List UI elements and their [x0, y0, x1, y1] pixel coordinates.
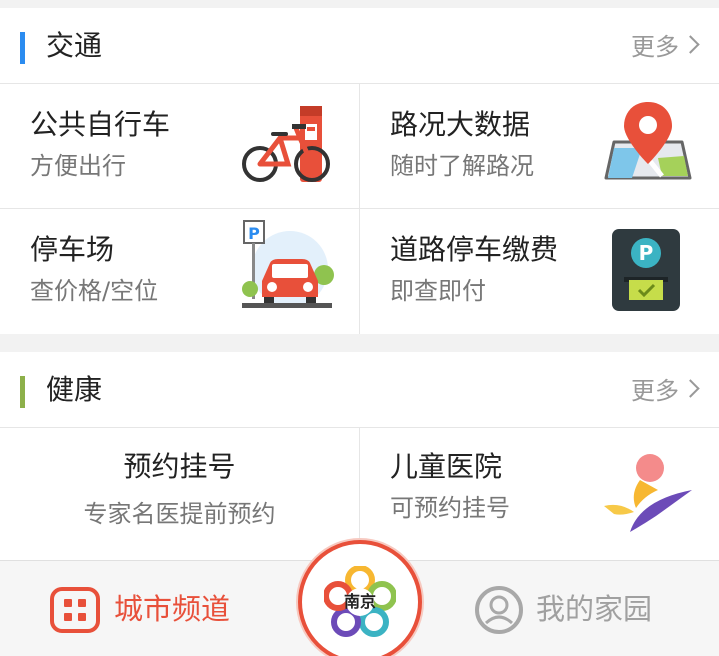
service-appointment[interactable]: 预约挂号 专家名医提前预约 [0, 428, 359, 558]
bicycle-icon [240, 104, 335, 186]
svg-text:P: P [639, 241, 654, 265]
service-subtitle: 即查即付 [390, 277, 486, 305]
health-grid: 预约挂号 专家名医提前预约 儿童医院 可预约挂号 [0, 428, 719, 558]
section-title: 交通 [46, 29, 103, 62]
service-public-bicycle[interactable]: 公共自行车 方便出行 [0, 84, 359, 208]
section-title: 健康 [46, 373, 103, 406]
user-face-icon [474, 585, 524, 635]
section-accent-bar [20, 376, 25, 408]
service-title: 公共自行车 [30, 108, 171, 141]
health-section: 健康 更多 预约挂号 专家名医提前预约 儿童医院 可预约挂号 [0, 352, 719, 560]
tab-my-home[interactable]: 我的家园 [430, 561, 719, 656]
service-title: 路况大数据 [390, 108, 531, 141]
more-link[interactable]: 更多 [631, 30, 679, 64]
center-home-button[interactable]: 南京 [298, 540, 422, 656]
service-title: 停车场 [30, 233, 115, 266]
more-link[interactable]: 更多 [631, 374, 679, 408]
parking-meter-icon: P [610, 227, 682, 313]
chevron-right-icon[interactable] [681, 379, 700, 398]
svg-text:P: P [248, 224, 260, 243]
chevron-right-icon[interactable] [681, 35, 700, 54]
service-parking-lot[interactable]: 停车场 查价格/空位 P [0, 209, 359, 333]
service-subtitle: 查价格/空位 [30, 277, 159, 305]
tab-label: 我的家园 [536, 592, 653, 626]
service-title: 儿童医院 [390, 450, 503, 483]
service-title: 道路停车缴费 [390, 233, 559, 266]
transport-section: 交通 更多 公共自行车 方便出行 路况大数据 随时了解路况 停车场 查价格/空位… [0, 8, 719, 334]
tab-city-channel[interactable]: 城市频道 [0, 561, 290, 656]
parking-car-icon: P [240, 219, 334, 311]
service-title: 预约挂号 [123, 450, 236, 483]
service-children-hospital[interactable]: 儿童医院 可预约挂号 [360, 428, 719, 558]
children-hospital-logo-icon [600, 450, 696, 534]
service-traffic-data[interactable]: 路况大数据 随时了解路况 [360, 84, 719, 208]
tab-label: 城市频道 [114, 592, 231, 626]
section-accent-bar [20, 32, 25, 64]
grid-icon [50, 587, 100, 633]
map-pin-icon [602, 98, 694, 188]
service-subtitle: 方便出行 [30, 152, 126, 180]
service-subtitle: 专家名医提前预约 [83, 500, 276, 528]
service-subtitle: 随时了解路况 [390, 152, 534, 180]
transport-grid: 公共自行车 方便出行 路况大数据 随时了解路况 停车场 查价格/空位 P 道路停… [0, 84, 719, 334]
health-header: 健康 更多 [0, 352, 719, 428]
service-subtitle: 可预约挂号 [390, 494, 510, 522]
service-road-parking-payment[interactable]: 道路停车缴费 即查即付 P [360, 209, 719, 333]
transport-header: 交通 更多 [0, 8, 719, 84]
logo-text: 南京 [343, 592, 376, 611]
